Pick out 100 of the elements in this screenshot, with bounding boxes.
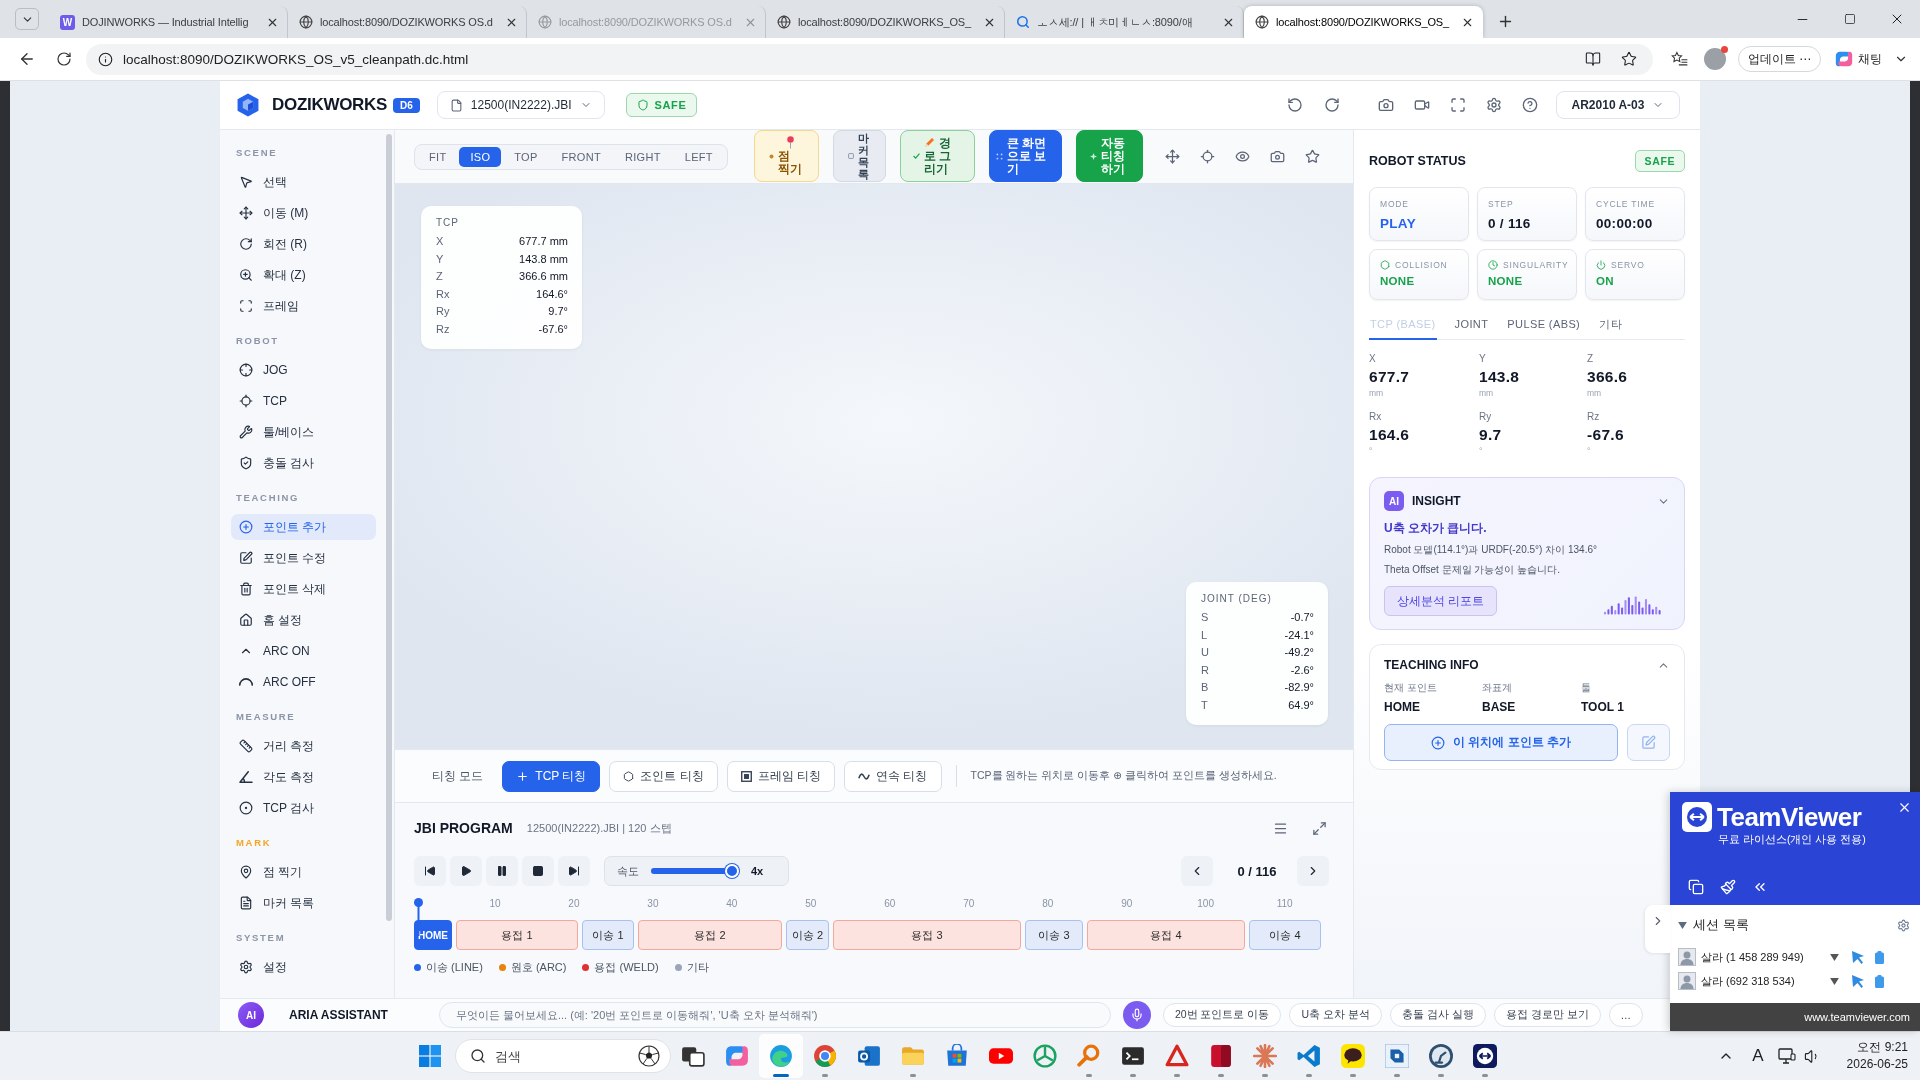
session-name[interactable]: 살라 (692 318 534) (1701, 973, 1825, 989)
video-icon[interactable] (1414, 97, 1430, 113)
sidebar-item[interactable]: 홈 설정 (231, 607, 376, 633)
suggestion-chip[interactable]: … (1608, 1003, 1643, 1027)
undo-icon[interactable] (1287, 97, 1303, 113)
move-segment[interactable]: 이송 1 (582, 920, 634, 950)
fullscreen-icon[interactable] (1450, 97, 1466, 113)
move-segment[interactable]: 이송 3 (1025, 920, 1083, 950)
plus-icon[interactable] (1497, 13, 1514, 30)
reader-mode-icon[interactable] (1584, 51, 1601, 67)
search-input[interactable]: 검색 (495, 1045, 629, 1067)
marker-list-button[interactable]: 마커 목록 (832, 130, 886, 182)
settings-icon[interactable] (1897, 918, 1910, 932)
move-icon[interactable] (1164, 149, 1180, 164)
draw-path-button[interactable]: 경로 그리기 (899, 130, 975, 182)
sidebar-item[interactable]: 각도 측정 (231, 764, 376, 790)
sidebar-item[interactable]: 마커 목록 (231, 890, 376, 916)
documents-icon[interactable] (1688, 879, 1704, 895)
move-segment[interactable]: 이송 4 (1249, 920, 1321, 950)
settings-icon[interactable] (1486, 97, 1502, 113)
info-icon[interactable] (98, 51, 113, 67)
sidebar-item[interactable]: ARC OFF (231, 669, 376, 695)
mark-point-button[interactable]: 점 찍기 (753, 130, 819, 182)
sidebar-item[interactable]: 점 찍기 (231, 859, 376, 885)
sidebar-item[interactable]: 이동 (M) (231, 200, 376, 226)
sidebar-item[interactable]: ARC ON (231, 638, 376, 664)
weld-segment[interactable]: 용접 2 (638, 920, 782, 950)
suggestion-chip[interactable]: U축 오차 분석 (1289, 1003, 1382, 1027)
stop-button[interactable] (522, 856, 554, 886)
reload-icon[interactable] (56, 51, 72, 67)
coordinate-tab[interactable]: JOINT (1453, 310, 1490, 340)
suggestion-chip[interactable]: 20번 포인트로 이동 (1162, 1003, 1282, 1027)
report-button[interactable]: 상세분석 리포트 (1384, 586, 1498, 616)
coordinate-tab[interactable]: PULSE (ABS) (1506, 310, 1582, 340)
move-segment[interactable]: 이송 2 (786, 920, 829, 950)
large-view-button[interactable]: 큰 화면으로 보기 (988, 130, 1062, 182)
sidebar-item[interactable]: 설정 (231, 954, 376, 980)
file-selector[interactable]: 12500(IN2222).JBI (436, 91, 605, 119)
sidebar-item[interactable]: 확대 (Z) (231, 262, 376, 288)
sidebar-item[interactable]: 포인트 추가 (231, 514, 376, 540)
sidebar-item[interactable]: JOG (231, 357, 376, 383)
camera-icon[interactable] (1269, 149, 1285, 164)
session-name[interactable]: 살라 (1 458 289 949) (1701, 949, 1825, 965)
help-icon[interactable] (1522, 97, 1538, 113)
teaching-mode-tab[interactable]: 프레임 티칭 (726, 760, 836, 792)
dropdown-triangle-icon[interactable] (1830, 953, 1839, 961)
sidebar-item[interactable]: TCP (231, 388, 376, 414)
sidebar-item[interactable]: 충돌 검사 (231, 450, 376, 476)
camera-icon[interactable] (1378, 97, 1394, 113)
redo-icon[interactable] (1324, 97, 1340, 113)
favorite-star-icon[interactable] (1620, 51, 1637, 67)
clipboard-icon[interactable] (1875, 974, 1884, 988)
teaching-mode-tab[interactable]: TCP 티칭 (502, 760, 601, 792)
menu-icon[interactable] (1273, 820, 1288, 836)
sidebar-item[interactable]: 선택 (231, 169, 376, 195)
view-button[interactable]: RIGHT (614, 146, 672, 167)
view-button[interactable]: LEFT (673, 146, 724, 167)
four-tiles-icon[interactable] (419, 1045, 441, 1067)
eye-icon[interactable] (1234, 149, 1250, 164)
clock-time[interactable]: 오전 9:21 (1857, 1039, 1908, 1056)
address-bar[interactable]: localhost:8090/DOZIKWORKS_OS_v5_cleanpath.dc.html (86, 43, 1653, 75)
home-segment[interactable]: HOME (414, 920, 452, 950)
tab-list-button[interactable] (15, 8, 39, 30)
view-button[interactable]: FIT (418, 146, 458, 167)
timeline-track[interactable]: 10 20 30 40 50 60 70 80 90 100 110 HOME 용접 1 이송 1 용접 2 이송 2 용접 3 이송 3 용접 4 이송 4 (414, 898, 1332, 950)
suggestion-chip[interactable]: 용접 경로만 보기 (1493, 1003, 1601, 1027)
website-link[interactable]: www.teamviewer.com (1804, 1011, 1910, 1023)
coordinate-tab[interactable]: 기타 (1598, 310, 1623, 340)
skip-to-end-button[interactable] (558, 856, 590, 886)
teaching-mode-tab[interactable]: 연속 티칭 (844, 760, 942, 792)
favorites-list-icon[interactable] (1670, 51, 1688, 67)
skip-to-start-button[interactable] (414, 856, 446, 886)
cursor-icon[interactable] (1852, 950, 1864, 964)
pause-button[interactable] (486, 856, 518, 886)
chat-input[interactable]: 무엇이든 물어보세요... (예: '20번 포인트로 이동해줘', 'U축 오차 분석해줘') (438, 1002, 1111, 1028)
sidebar-item[interactable]: 거리 측정 (231, 733, 376, 759)
view-button[interactable]: TOP (503, 146, 549, 167)
star-icon[interactable] (1304, 149, 1320, 164)
weld-segment[interactable]: 용접 3 (833, 920, 1021, 950)
input-mode-indicator[interactable]: A (1752, 1046, 1764, 1066)
network-monitor-icon[interactable] (1777, 1047, 1796, 1065)
close-icon[interactable] (1897, 800, 1912, 815)
speed-slider[interactable] (651, 864, 739, 878)
back-icon[interactable] (18, 50, 36, 68)
view-button[interactable]: FRONT (550, 146, 612, 167)
sidebar-item[interactable]: 프레임 (231, 293, 376, 319)
sidebar-item[interactable]: TCP 검사 (231, 795, 376, 821)
add-point-button[interactable]: 이 위치에 포인트 추가 (1384, 724, 1618, 761)
weld-segment[interactable]: 용접 1 (456, 920, 578, 950)
clipboard-icon[interactable] (1875, 950, 1884, 964)
locate-icon[interactable] (1199, 149, 1215, 164)
play-button[interactable] (450, 856, 482, 886)
sidebar-item[interactable]: 회전 (R) (231, 231, 376, 257)
weld-segment[interactable]: 용접 4 (1087, 920, 1245, 950)
browser-tab[interactable]: localhost:8090/DOZIKWORKS_OS_ (1244, 6, 1483, 38)
dropdown-triangle-icon[interactable] (1830, 977, 1839, 985)
sidebar-item[interactable]: 툴/베이스 (231, 419, 376, 445)
slider-thumb[interactable] (724, 864, 739, 878)
mic-button[interactable] (1122, 1001, 1151, 1029)
brush-icon[interactable] (1720, 879, 1736, 895)
